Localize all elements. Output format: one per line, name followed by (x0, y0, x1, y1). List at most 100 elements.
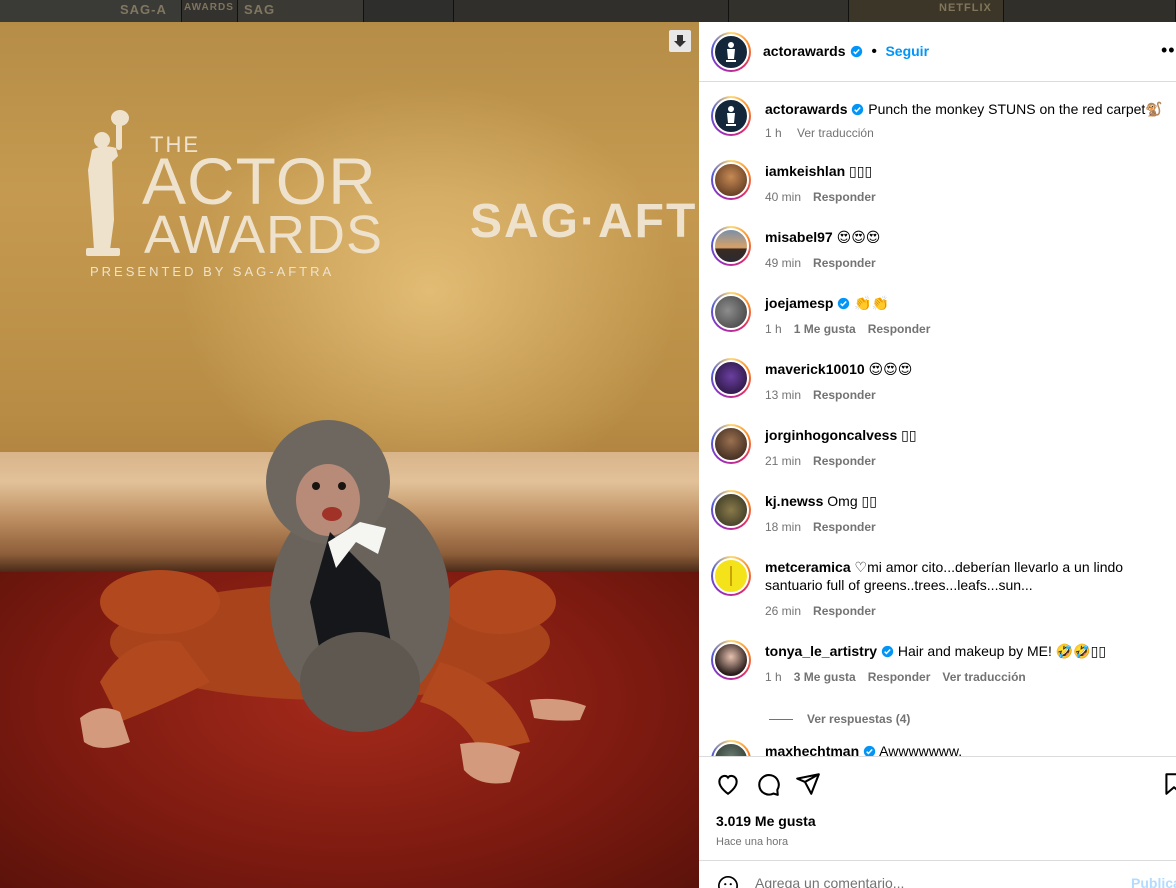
verified-icon (838, 297, 850, 310)
post-header: actorawards • Seguir ••• (699, 22, 1176, 82)
comment-time: 18 min (765, 520, 802, 534)
reply-button[interactable]: Responder (813, 256, 876, 270)
header-username[interactable]: actorawards (763, 43, 845, 59)
comment-likes[interactable]: 1 Me gusta (794, 322, 856, 336)
background-thumb: SAG-A (0, 0, 182, 22)
download-button[interactable] (669, 30, 691, 52)
monkey-photo (80, 420, 586, 784)
replies-line (769, 719, 793, 721)
comment-meta: 21 min Responder (765, 454, 888, 468)
separator: • (871, 43, 877, 60)
reply-button[interactable]: Responder (813, 604, 876, 618)
view-replies-button[interactable]: Ver respuestas (4) (769, 712, 910, 726)
comment-username[interactable]: tonya_le_artistry (765, 643, 877, 659)
heart-icon[interactable] (715, 771, 741, 797)
background-thumb (729, 0, 849, 22)
comment-username[interactable]: misabel97 (765, 229, 833, 245)
background-thumb: SAG (238, 0, 364, 22)
post-time: Hace una hora (716, 836, 789, 848)
comment-text: maxhechtman Awwwwwww. (765, 742, 1165, 756)
comment-body: ▯▯ (901, 427, 917, 443)
comment-body: Awwwwwww. (879, 743, 963, 756)
post-image[interactable]: THE ACTOR AWARDS PRESENTED BY SAG-AFTRA … (0, 22, 699, 888)
comment-input[interactable] (755, 873, 1115, 888)
reply-button[interactable]: Responder (813, 388, 876, 402)
comment-meta: 18 min Responder (765, 520, 888, 534)
reply-button[interactable]: Responder (813, 190, 876, 204)
comment-time: 49 min (765, 256, 802, 270)
comment-username[interactable]: maverick10010 (765, 361, 865, 377)
statue-icon (86, 110, 129, 256)
comment-text: misabel97 😍😍😍 (765, 228, 1165, 246)
comment-meta: 26 min Responder (765, 604, 888, 618)
comment-username[interactable]: joejamesp (765, 295, 833, 311)
emoji-icon[interactable] (717, 875, 739, 888)
comment-username[interactable]: maxhechtman (765, 743, 859, 756)
avatar[interactable] (711, 226, 751, 266)
avatar[interactable] (711, 160, 751, 200)
comment-text: metceramica ♡mi amor cito...deberían lle… (765, 558, 1165, 594)
comment-body: Omg ▯▯ (827, 493, 877, 509)
reply-button[interactable]: Responder (868, 322, 931, 336)
comment-time: 40 min (765, 190, 802, 204)
translate-link[interactable]: Ver traducción (797, 126, 874, 140)
comment-meta: 49 min Responder (765, 256, 888, 270)
background-thumb (454, 0, 729, 22)
avatar[interactable] (711, 292, 751, 332)
background-feed-strip: SAG-A AWARDS SAG NETFLIX (0, 0, 1176, 22)
verified-icon (852, 103, 864, 116)
avatar[interactable] (711, 424, 751, 464)
background-thumb (1004, 0, 1176, 22)
comment-body: ▯▯▯ (849, 163, 873, 179)
send-icon[interactable] (795, 771, 821, 797)
comment-time: 1 h (765, 322, 782, 336)
comment-body: 👏👏 (854, 295, 890, 311)
logo-presented-by: PRESENTED BY SAG-AFTRA (90, 264, 335, 279)
caption-username[interactable]: actorawards (765, 101, 847, 117)
follow-button[interactable]: Seguir (885, 43, 929, 59)
post-sidebar: actorawards • Seguir ••• actorawards Pun… (699, 22, 1176, 888)
caption-time: 1 h (765, 126, 782, 140)
wall-sag-aftra-text: SAG·AFT (470, 195, 698, 248)
statue-icon (726, 42, 736, 62)
avatar[interactable] (711, 740, 751, 756)
comment-time: 26 min (765, 604, 802, 618)
caption-meta: 1 h Ver traducción (765, 126, 886, 140)
comment-icon[interactable] (755, 771, 781, 797)
comment-meta: 13 min Responder (765, 388, 888, 402)
background-thumb: NETFLIX (849, 0, 1004, 22)
publish-button[interactable]: Publicar (1131, 875, 1176, 888)
comment-meta: 40 min Responder (765, 190, 888, 204)
comment-time: 21 min (765, 454, 802, 468)
translate-link[interactable]: Ver traducción (942, 670, 1025, 684)
comment-username[interactable]: jorginhogoncalvess (765, 427, 897, 443)
comment-username[interactable]: metceramica (765, 559, 851, 575)
download-icon (674, 35, 686, 47)
comment-username[interactable]: kj.newss (765, 493, 823, 509)
reply-button[interactable]: Responder (868, 670, 931, 684)
view-replies-label: Ver respuestas (4) (807, 712, 911, 726)
post-actions: 3.019 Me gusta Hace una hora (699, 756, 1176, 860)
more-options-icon[interactable]: ••• (1161, 40, 1176, 61)
caption-body: Punch the monkey STUNS on the red carpet… (868, 101, 1163, 117)
comment-body: 😍😍😍 (836, 229, 881, 245)
bookmark-icon[interactable] (1161, 771, 1176, 797)
reply-button[interactable]: Responder (813, 454, 876, 468)
avatar[interactable] (711, 96, 751, 136)
avatar[interactable] (711, 640, 751, 680)
comments-list[interactable]: actorawards Punch the monkey STUNS on th… (699, 84, 1176, 756)
verified-icon (863, 745, 876, 756)
comment-text: joejamesp 👏👏 (765, 294, 1165, 312)
comment-text: maverick10010 😍😍😍 (765, 360, 1165, 378)
avatar[interactable] (711, 32, 751, 72)
likes-count[interactable]: 3.019 Me gusta (716, 813, 816, 829)
reply-button[interactable]: Responder (813, 520, 876, 534)
comment-username[interactable]: iamkeishlan (765, 163, 845, 179)
avatar[interactable] (711, 556, 751, 596)
avatar[interactable] (711, 358, 751, 398)
verified-icon (850, 45, 863, 58)
logo-awards: AWARDS (144, 205, 384, 265)
caption-text: actorawards Punch the monkey STUNS on th… (765, 100, 1165, 118)
comment-likes[interactable]: 3 Me gusta (794, 670, 856, 684)
avatar[interactable] (711, 490, 751, 530)
